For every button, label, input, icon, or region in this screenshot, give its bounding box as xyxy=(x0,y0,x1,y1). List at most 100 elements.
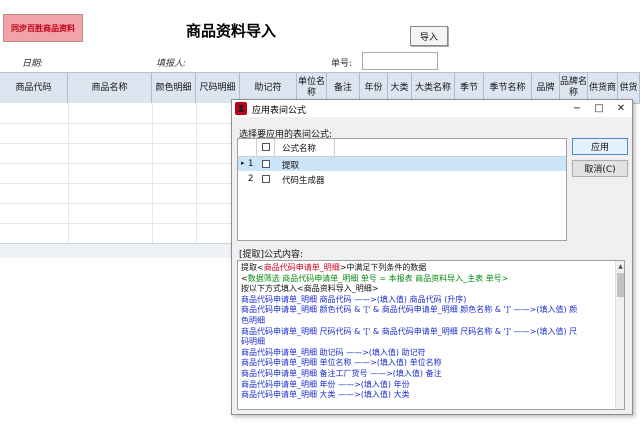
table-cell[interactable] xyxy=(196,163,233,183)
table-cell[interactable] xyxy=(0,223,69,243)
table-row[interactable] xyxy=(0,163,233,184)
table-row[interactable] xyxy=(0,183,233,204)
list-item[interactable]: 2 代码生成器 xyxy=(238,172,566,186)
formula-token: 商品代码申请单_明细 单号 = 本报表 商品资料导入_主表 单号> xyxy=(279,273,509,283)
row-number: 1 xyxy=(248,159,254,169)
select-all-checkbox[interactable] xyxy=(262,143,270,151)
formula-line: 商品代码申请单_明细 年份 ——>(填入值) 年份 xyxy=(241,380,613,391)
column-header[interactable]: 颜色明细 xyxy=(152,73,196,103)
table-cell[interactable] xyxy=(152,223,197,243)
table-cell[interactable] xyxy=(196,183,233,203)
list-item[interactable]: ▸ 1 提取 xyxy=(238,157,566,171)
table-cell[interactable] xyxy=(68,103,153,123)
table-cell[interactable] xyxy=(68,223,153,243)
table-cell[interactable] xyxy=(152,163,197,183)
scrollbar-thumb[interactable] xyxy=(617,273,624,297)
table-cell[interactable] xyxy=(68,143,153,163)
formula-line: 提取<商品代码申请单_明细>中满足下列条件的数据 xyxy=(241,263,613,274)
table-cell[interactable] xyxy=(0,143,69,163)
maximize-icon[interactable]: □ xyxy=(592,101,606,115)
table-row[interactable] xyxy=(0,103,233,124)
formula-content-box[interactable]: 提取<商品代码申请单_明细>中满足下列条件的数据 <数据筛选 商品代码申请单_明… xyxy=(237,260,625,410)
table-cell[interactable] xyxy=(0,203,69,223)
dialog-titlebar[interactable]: 应用表间公式 − □ ✕ xyxy=(232,100,632,117)
doc-number-label: 单号: xyxy=(331,59,353,69)
formula-line: 商品代码申请单_明细 备注工厂货号 ——>(填入值) 备注 xyxy=(241,369,613,380)
formula-token: 商品代码申请单_明细 大类 ——>(填入值) 大类 xyxy=(241,390,410,400)
table-cell[interactable] xyxy=(68,203,153,223)
column-header[interactable]: 商品代码 xyxy=(0,73,68,103)
table-cell[interactable] xyxy=(152,123,197,143)
apply-formula-dialog: 应用表间公式 − □ ✕ 选择要应用的表间公式: 公式名称 ▸ 1 提取 2 代… xyxy=(231,99,633,415)
formula-line: 商品代码申请单_明细 单位名称 ——>(填入值) 单位名称 xyxy=(241,358,613,369)
formula-line: <数据筛选 商品代码申请单_明细 单号 = 本报表 商品资料导入_主表 单号> xyxy=(241,274,613,285)
formula-token: 数据筛选 xyxy=(247,273,280,283)
doc-number-field[interactable] xyxy=(362,52,438,70)
table-cell[interactable] xyxy=(0,103,69,123)
minimize-icon[interactable]: − xyxy=(570,101,584,115)
formula-line: 商品代码申请单_明细 大类 ——>(填入值) 大类 xyxy=(241,390,613,401)
formula-token: 商品代码申请单_明细 xyxy=(263,263,340,272)
list-header: 公式名称 xyxy=(238,139,566,157)
formula-line: 码明细 xyxy=(241,337,613,348)
table-cell[interactable] xyxy=(152,183,197,203)
formula-token: 商品代码申请单_明细 尺码代码 & '[' & 商品代码申请单_明细 尺码名称 … xyxy=(241,326,578,336)
formula-line: 商品代码申请单_明细 尺码代码 & '[' & 商品代码申请单_明细 尺码名称 … xyxy=(241,327,613,338)
sync-product-data-button[interactable]: 同步百胜商品资料 xyxy=(3,14,83,42)
row-checkbox[interactable] xyxy=(262,175,270,183)
table-row[interactable] xyxy=(0,123,233,144)
formula-content-label: [提取]公式内容: xyxy=(239,250,304,260)
vertical-scrollbar[interactable]: ▲ xyxy=(615,261,624,409)
table-cell[interactable] xyxy=(68,163,153,183)
row-checkbox[interactable] xyxy=(262,160,270,168)
apply-button[interactable]: 应用 xyxy=(572,138,628,155)
formula-line: 商品代码申请单_明细 商品代码 ——>(填入值) 商品代码 (升序) xyxy=(241,295,613,306)
table-cell[interactable] xyxy=(152,103,197,123)
table-cell[interactable] xyxy=(196,143,233,163)
table-cell[interactable] xyxy=(196,123,233,143)
scroll-up-icon[interactable]: ▲ xyxy=(616,261,624,271)
formula-token: 商品代码申请单_明细 商品代码 ——>(填入值) 商品代码 (升序) xyxy=(241,294,467,304)
table-row[interactable] xyxy=(0,143,233,164)
dialog-title: 应用表间公式 xyxy=(252,106,307,116)
current-row-indicator-icon: ▸ xyxy=(241,159,245,167)
table-cell[interactable] xyxy=(68,183,153,203)
formula-name: 提取 xyxy=(282,161,300,171)
table-cell[interactable] xyxy=(0,183,69,203)
formula-name: 代码生成器 xyxy=(282,176,325,186)
formula-line: 商品代码申请单_明细 助记码 ——>(填入值) 助记符 xyxy=(241,348,613,359)
import-button[interactable]: 导入 xyxy=(410,26,448,46)
formula-content-text: 提取<商品代码申请单_明细>中满足下列条件的数据 <数据筛选 商品代码申请单_明… xyxy=(241,263,613,401)
formula-token: 提取< xyxy=(241,263,264,272)
formula-token: 商品代码申请单_明细 颜色代码 & '[' & 商品代码申请单_明细 颜色名称 … xyxy=(241,305,578,315)
formula-token: 商品代码申请单_明细 单位名称 ——>(填入值) 单位名称 xyxy=(241,358,442,368)
divider xyxy=(256,139,257,156)
table-cell[interactable] xyxy=(152,203,197,223)
formula-line: 商品代码申请单_明细 颜色代码 & '[' & 商品代码申请单_明细 颜色名称 … xyxy=(241,305,613,316)
formula-token: 按以下方式填入<商品资料导入_明细> xyxy=(241,284,379,294)
table-row[interactable] xyxy=(0,203,233,224)
table-cell[interactable] xyxy=(68,123,153,143)
table-cell[interactable] xyxy=(196,203,233,223)
table-cell[interactable] xyxy=(196,103,233,123)
formula-line: 色明细 xyxy=(241,316,613,327)
table-cell[interactable] xyxy=(0,163,69,183)
table-cell[interactable] xyxy=(0,123,69,143)
table-row[interactable] xyxy=(0,223,233,244)
column-header-formula-name: 公式名称 xyxy=(282,144,317,154)
formula-line: 按以下方式填入<商品资料导入_明细> xyxy=(241,284,613,295)
formula-token: >中满足下列条件的数据 xyxy=(339,263,427,272)
grid-body[interactable] xyxy=(0,103,233,244)
formula-list[interactable]: 公式名称 ▸ 1 提取 2 代码生成器 xyxy=(237,138,567,241)
row-number: 2 xyxy=(248,174,254,184)
cancel-button[interactable]: 取消(C) xyxy=(572,160,628,177)
reporter-label: 填报人: xyxy=(156,59,187,69)
formula-token: 商品代码申请单_明细 备注工厂货号 ——>(填入值) 备注 xyxy=(241,368,442,378)
table-cell[interactable] xyxy=(152,143,197,163)
divider xyxy=(334,139,335,156)
formula-token: 色明细 xyxy=(241,315,265,325)
divider xyxy=(274,139,275,156)
column-header[interactable]: 商品名称 xyxy=(68,73,152,103)
table-cell[interactable] xyxy=(196,223,233,243)
close-icon[interactable]: ✕ xyxy=(614,101,628,115)
